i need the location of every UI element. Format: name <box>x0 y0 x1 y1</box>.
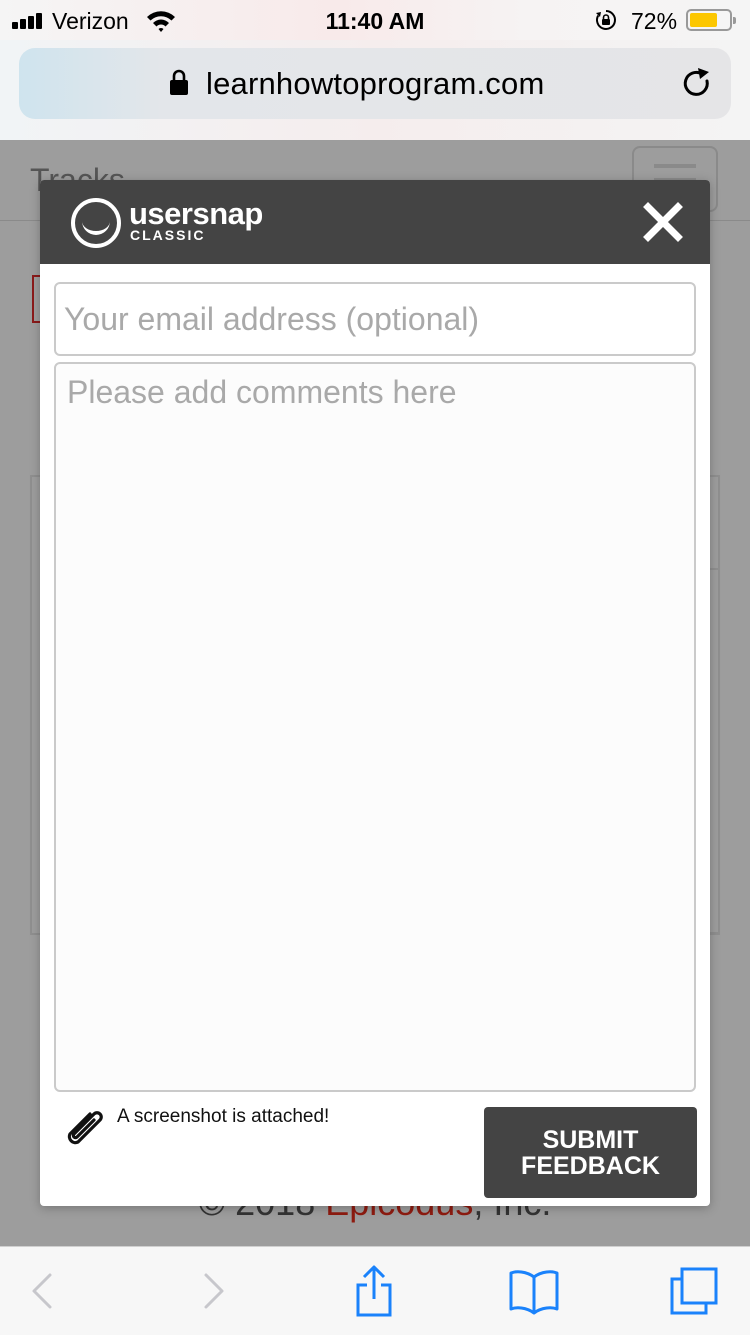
battery-icon <box>686 9 736 31</box>
url-text[interactable]: learnhowtoprogram.com <box>206 66 544 102</box>
comments-textarea[interactable] <box>54 362 696 1092</box>
attachment-note: A screenshot is attached! <box>117 1106 330 1127</box>
address-bar[interactable]: learnhowtoprogram.com <box>19 48 731 119</box>
lock-icon <box>170 69 188 95</box>
battery-percent: 72% <box>631 8 678 34</box>
email-field[interactable] <box>54 282 696 356</box>
forward-icon[interactable] <box>186 1265 238 1317</box>
back-icon[interactable] <box>18 1265 70 1317</box>
close-icon[interactable] <box>643 202 683 242</box>
share-icon[interactable] <box>348 1265 400 1317</box>
browser-toolbar <box>0 1246 750 1335</box>
feedback-modal: usersnap CLASSIC A screenshot is attache… <box>40 180 710 1206</box>
reload-icon[interactable] <box>680 67 714 101</box>
submit-feedback-button[interactable]: SUBMIT FEEDBACK <box>484 1107 697 1198</box>
paperclip-icon <box>67 1111 103 1145</box>
modal-header: usersnap CLASSIC <box>40 180 710 264</box>
logo-edition: CLASSIC <box>130 227 206 243</box>
rotation-lock-icon <box>596 10 616 30</box>
tabs-icon[interactable] <box>668 1265 720 1317</box>
usersnap-logo-icon <box>71 198 121 248</box>
bookmarks-icon[interactable] <box>508 1265 560 1317</box>
status-bar: Verizon 11:40 AM 72% <box>0 0 750 40</box>
browser-chrome: learnhowtoprogram.com <box>0 40 750 140</box>
